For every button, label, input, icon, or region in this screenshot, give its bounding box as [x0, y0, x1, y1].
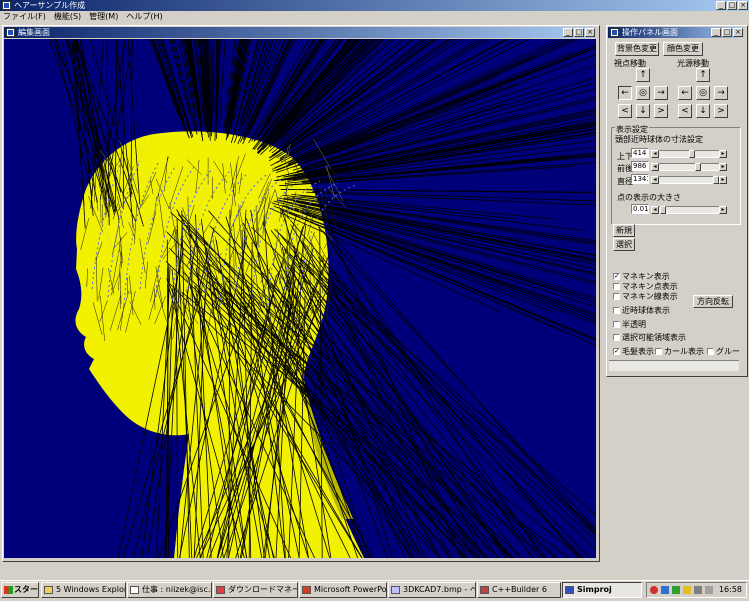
- mail-icon: [130, 586, 139, 594]
- view-up-button[interactable]: ↑: [636, 68, 650, 82]
- select-button[interactable]: 選択: [613, 238, 635, 251]
- view-right-button[interactable]: →: [654, 86, 668, 100]
- edit-close-button[interactable]: ×: [585, 28, 595, 37]
- app-title: ヘアーサンプル作成: [14, 1, 85, 10]
- edit-window-icon: [6, 28, 15, 37]
- paint-icon: [391, 586, 400, 594]
- ud-input[interactable]: 414: [631, 148, 649, 158]
- panel-maximize-button[interactable]: □: [722, 28, 732, 37]
- approx-sphere-label: 頭部近時球体の寸法設定: [615, 134, 703, 145]
- curl-display-checkbox[interactable]: カール表示: [655, 346, 704, 357]
- point-size-input[interactable]: 0.01: [631, 204, 649, 214]
- menubar: ファイル(F) 機能(S) 管理(M) ヘルプ(H): [0, 11, 749, 23]
- new-button[interactable]: 新規: [613, 224, 635, 237]
- start-button[interactable]: スタート: [1, 582, 39, 598]
- panel-icon: [610, 28, 619, 37]
- group-checkbox[interactable]: グルー: [707, 346, 740, 357]
- task-powerpoint[interactable]: Microsoft PowerPoint...: [299, 582, 387, 598]
- view-rotate-right-button[interactable]: >: [654, 104, 668, 118]
- view-center-button[interactable]: ◎: [636, 86, 650, 100]
- light-up-button[interactable]: ↑: [696, 68, 710, 82]
- edit-maximize-button[interactable]: □: [574, 28, 584, 37]
- edit-window-titlebar: 編集画面 _ □ ×: [4, 27, 596, 38]
- light-rotate-left-button[interactable]: <: [678, 104, 692, 118]
- taskbar-clock: 16:58: [719, 583, 742, 597]
- system-tray: 16:58: [646, 582, 747, 598]
- edit-window: 編集画面 _ □ ×: [2, 25, 600, 562]
- light-center-button[interactable]: ◎: [696, 86, 710, 100]
- app-icon: [2, 1, 11, 10]
- fb-slider[interactable]: ◂▸: [651, 162, 727, 172]
- point-size-label: 点の表示の大きさ: [617, 192, 681, 203]
- tray-icon-4[interactable]: [683, 586, 691, 594]
- panel-titlebar: 操作パネル画面 _ □ ×: [608, 27, 744, 38]
- view-left-button[interactable]: ←: [618, 86, 632, 100]
- selectable-area-checkbox[interactable]: 選択可能領域表示: [613, 332, 686, 343]
- menu-file[interactable]: ファイル(F): [3, 11, 46, 23]
- bg-color-button[interactable]: 背景色変更: [615, 42, 659, 56]
- tray-icon-2[interactable]: [661, 586, 669, 594]
- fb-input[interactable]: 986: [631, 161, 649, 171]
- diameter-input[interactable]: 1343: [631, 174, 649, 184]
- panel-close-button[interactable]: ×: [733, 28, 743, 37]
- control-panel-window: 操作パネル画面 _ □ × 背景色変更 顔色変更 視点移動 光源移動 ↑ ← ◎…: [606, 25, 748, 377]
- mannequin-checkbox-box[interactable]: ✓: [613, 273, 620, 280]
- light-down-button[interactable]: ↓: [696, 104, 710, 118]
- task-paint[interactable]: 3DKCAD7.bmp - ペイ...: [388, 582, 476, 598]
- menu-manage[interactable]: 管理(M): [89, 11, 118, 23]
- panel-minimize-button[interactable]: _: [711, 28, 721, 37]
- download-icon: [216, 586, 225, 594]
- point-size-slider[interactable]: ◂▸: [651, 205, 727, 215]
- panel-scrollbar[interactable]: [609, 360, 739, 371]
- tray-icon-3[interactable]: [672, 586, 680, 594]
- light-left-button[interactable]: ←: [678, 86, 692, 100]
- powerpoint-icon: [302, 586, 311, 594]
- view-rotate-left-button[interactable]: <: [618, 104, 632, 118]
- minimize-button[interactable]: _: [716, 1, 726, 10]
- simproj-icon: [565, 586, 574, 594]
- ud-slider[interactable]: ◂▸: [651, 149, 727, 159]
- app-titlebar: ヘアーサンプル作成 _ □ ×: [0, 0, 749, 11]
- direction-reverse-button[interactable]: 方向反転: [693, 295, 733, 308]
- edit-minimize-button[interactable]: _: [563, 28, 573, 37]
- edit-window-title: 編集画面: [18, 28, 50, 37]
- panel-title: 操作パネル画面: [622, 28, 678, 37]
- diameter-slider[interactable]: ◂▸: [651, 175, 727, 185]
- folder-icon: [44, 586, 53, 594]
- face-color-button[interactable]: 顔色変更: [663, 42, 703, 56]
- windows-logo-icon: [4, 586, 13, 594]
- task-cppbuilder[interactable]: C++Builder 6: [477, 582, 561, 598]
- translucent-checkbox[interactable]: 半透明: [613, 319, 646, 330]
- 3d-viewport[interactable]: [4, 39, 596, 558]
- close-button[interactable]: ×: [738, 1, 748, 10]
- maximize-button[interactable]: □: [727, 1, 737, 10]
- menu-help[interactable]: ヘルプ(H): [126, 11, 162, 23]
- light-rotate-right-button[interactable]: >: [714, 104, 728, 118]
- menu-function[interactable]: 機能(S): [54, 11, 81, 23]
- mannequin-lines-checkbox[interactable]: マネキン線表示: [613, 291, 678, 302]
- task-simproj[interactable]: Simproj: [562, 582, 642, 598]
- tray-icon-1[interactable]: [650, 586, 658, 594]
- task-download-manager[interactable]: ダウンロードマネージャ: [213, 582, 298, 598]
- cppbuilder-icon: [480, 586, 489, 594]
- task-explorer[interactable]: 5 Windows Explorer: [41, 582, 126, 598]
- hair-render: [4, 39, 596, 558]
- view-down-button[interactable]: ↓: [636, 104, 650, 118]
- tray-icon-5[interactable]: [694, 586, 702, 594]
- approx-sphere-checkbox[interactable]: 近時球体表示: [613, 305, 670, 316]
- hair-display-checkbox[interactable]: ✓毛髪表示: [613, 346, 654, 357]
- task-mail[interactable]: 仕事 : niizek@isc.osa...: [127, 582, 212, 598]
- light-right-button[interactable]: →: [714, 86, 728, 100]
- tray-icon-6[interactable]: [705, 586, 713, 594]
